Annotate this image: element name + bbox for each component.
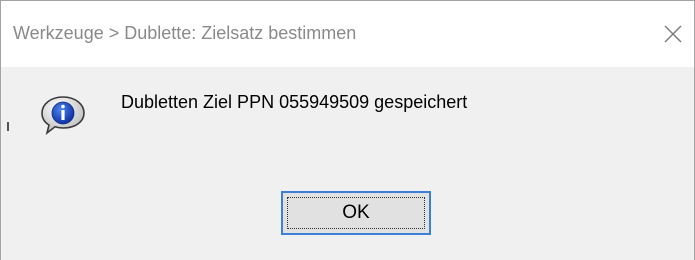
window-title: Werkzeuge > Dublette: Zielsatz bestimmen <box>13 23 357 43</box>
message-dialog: Werkzeuge > Dublette: Zielsatz bestimmen <box>0 0 695 260</box>
ok-button-label: OK <box>342 202 370 223</box>
close-button[interactable] <box>646 1 694 67</box>
ok-button[interactable]: OK <box>281 191 431 235</box>
info-icon <box>41 96 85 136</box>
dialog-body: Dubletten Ziel PPN 055949509 gespeichert… <box>1 67 694 260</box>
close-icon <box>664 25 682 43</box>
title-bar[interactable]: Werkzeuge > Dublette: Zielsatz bestimmen <box>1 1 694 67</box>
left-edge-mark <box>7 122 9 131</box>
message-text: Dubletten Ziel PPN 055949509 gespeichert <box>121 92 468 112</box>
